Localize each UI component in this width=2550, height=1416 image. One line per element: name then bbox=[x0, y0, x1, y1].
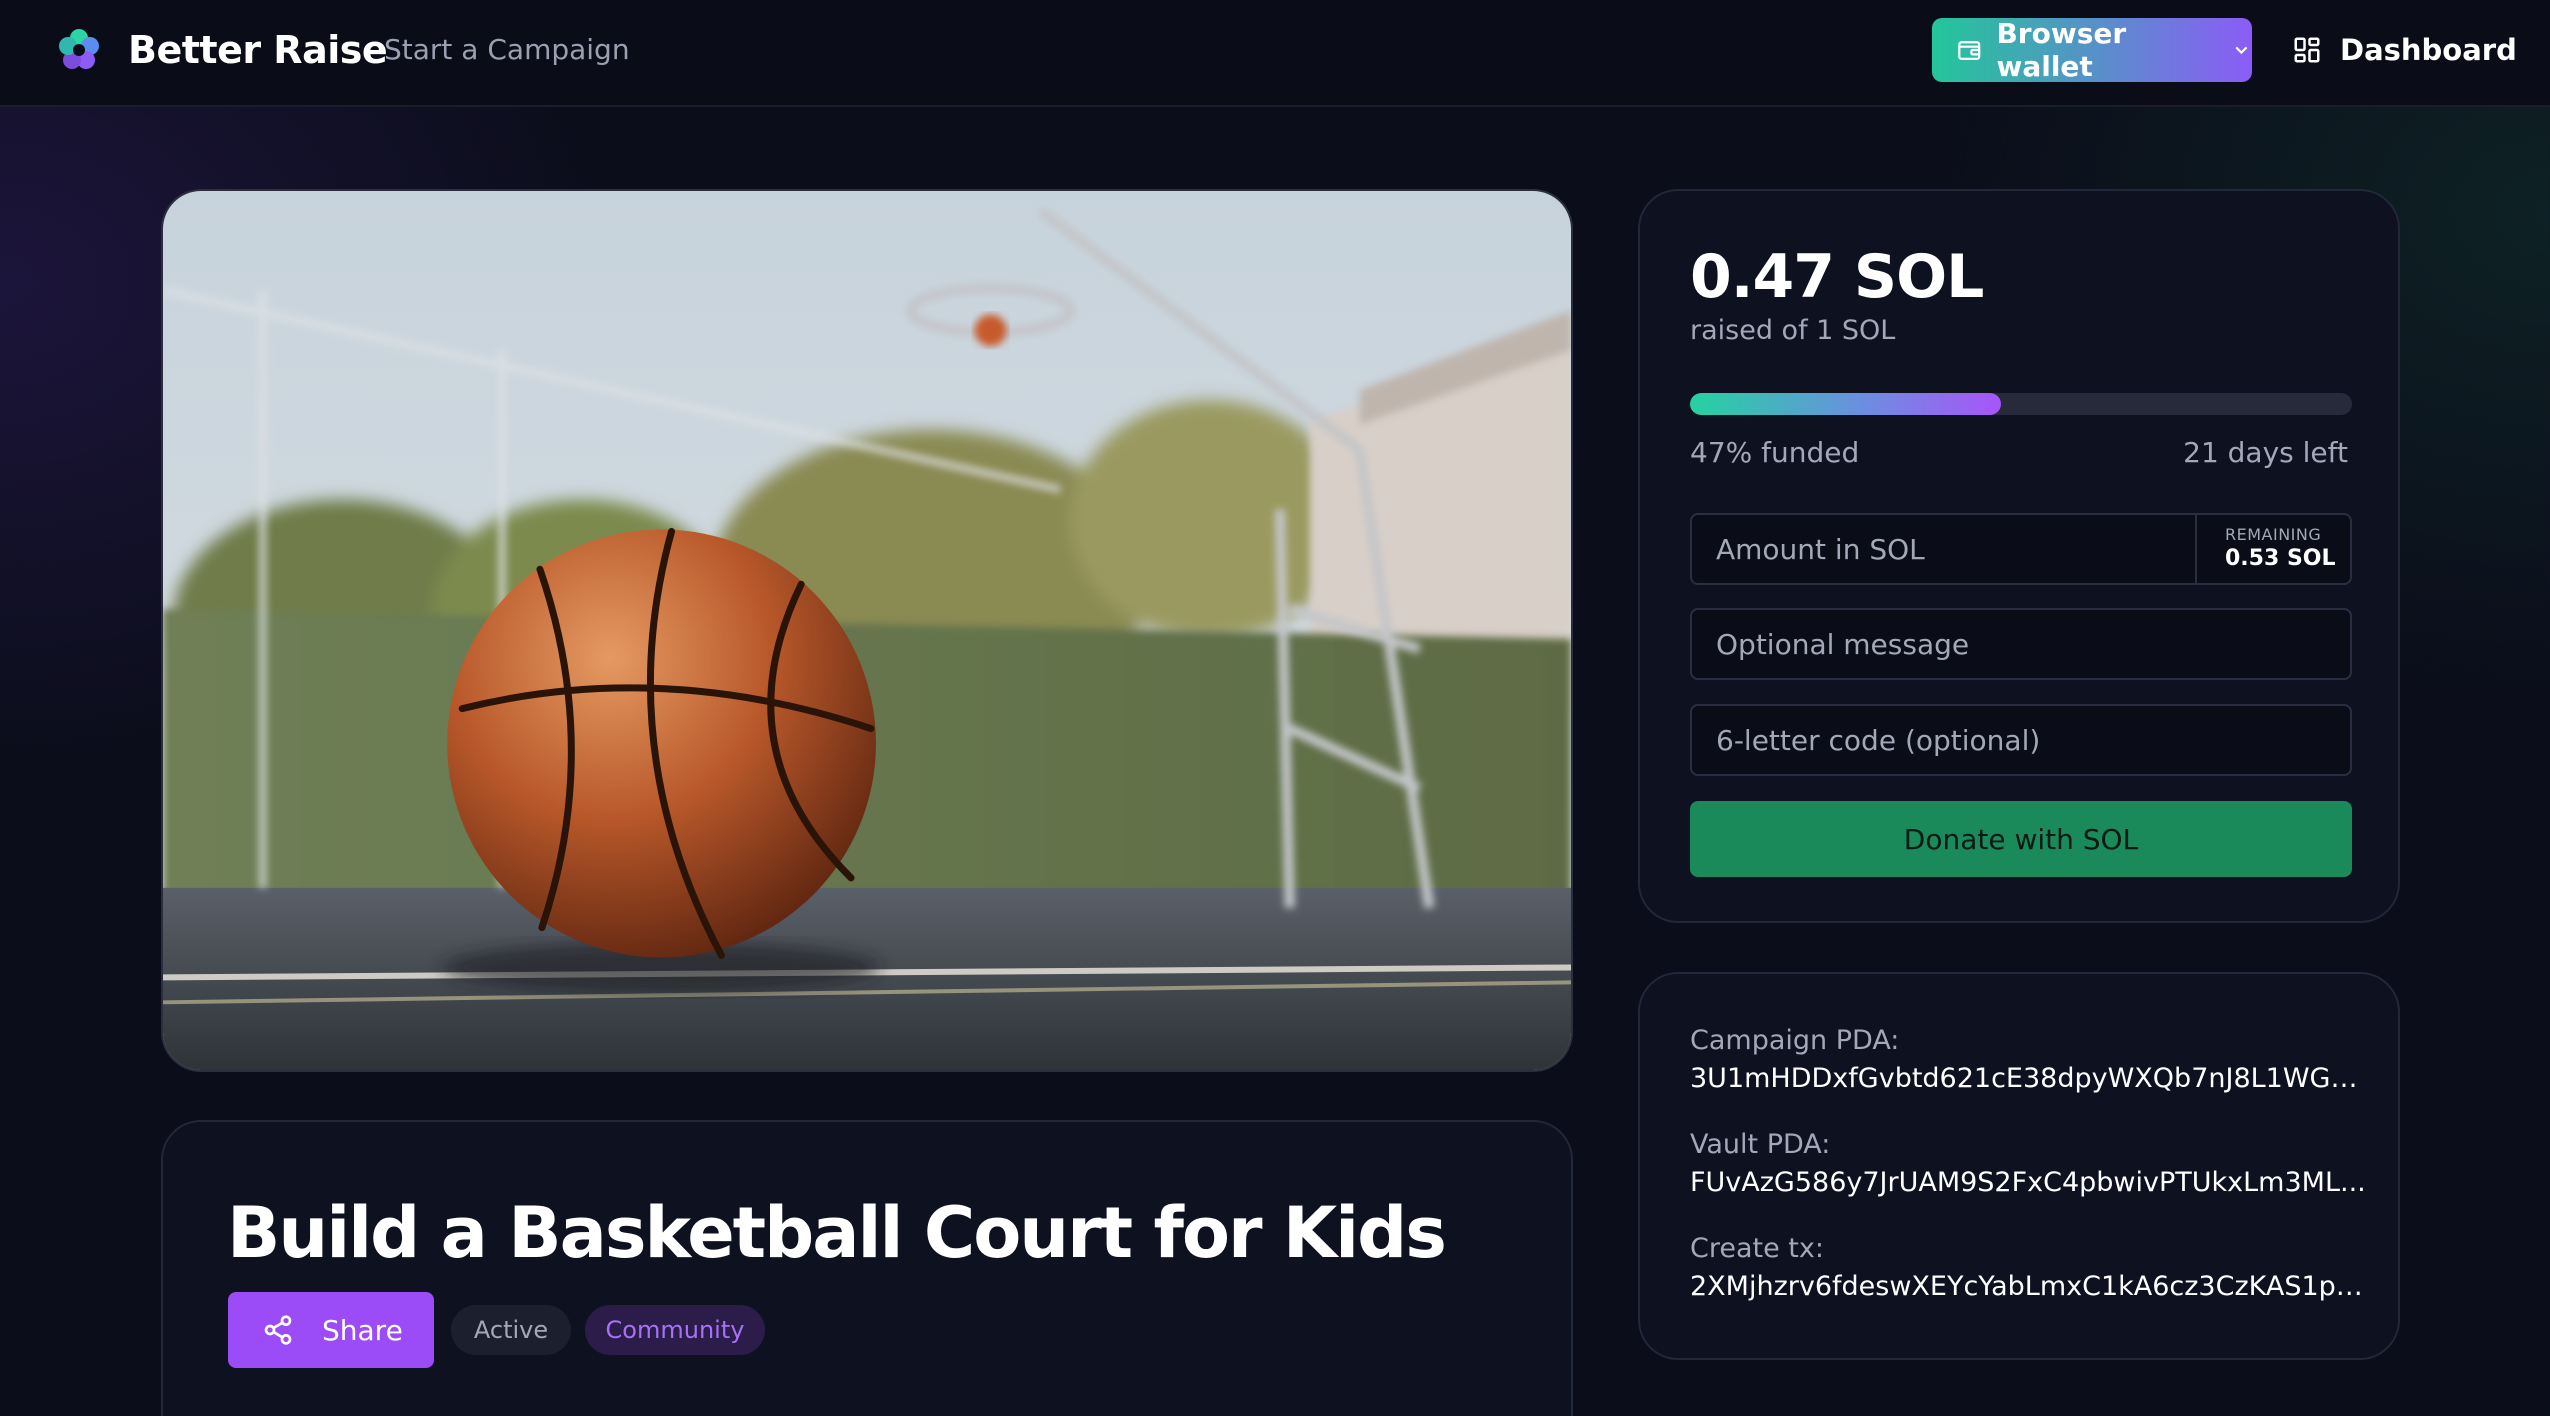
raised-goal: raised of 1 SOL bbox=[1690, 315, 1896, 346]
create-tx-label: Create tx: bbox=[1690, 1233, 1824, 1264]
share-label: Share bbox=[322, 1313, 403, 1347]
grid-icon bbox=[2294, 37, 2320, 63]
amount-input[interactable] bbox=[1692, 515, 2197, 583]
start-campaign-link[interactable]: Start a Campaign bbox=[384, 30, 630, 70]
vault-pda: Vault PDA: FUvAzG586y7JrUAM9S2FxC4pbwivP… bbox=[1690, 1126, 2370, 1202]
browser-wallet-button[interactable]: Browser wallet bbox=[1932, 17, 2252, 83]
donation-card: 0.47 SOL raised of 1 SOL 47% funded 21 d… bbox=[1638, 189, 2400, 923]
create-tx-value[interactable]: 2XMjhzrv6fdeswXEYcYabLmxC1kA6cz3CzKAS1pW… bbox=[1690, 1268, 2370, 1306]
status-badge: Active bbox=[451, 1305, 571, 1355]
code-input[interactable] bbox=[1692, 706, 2350, 774]
onchain-info-card: Campaign PDA: 3U1mHDDxfGvbtd621cE38dpyWX… bbox=[1638, 972, 2400, 1360]
campaign-details-card: Build a Basketball Court for Kids Share … bbox=[161, 1120, 1573, 1416]
remaining-label: REMAINING bbox=[2225, 525, 2322, 544]
share-icon bbox=[264, 1315, 292, 1345]
chevron-down-icon bbox=[2235, 46, 2248, 55]
share-button[interactable]: Share bbox=[228, 1292, 434, 1368]
days-left: 21 days left bbox=[2183, 436, 2348, 469]
raised-amount: 0.47 SOL bbox=[1690, 242, 1984, 312]
code-field bbox=[1690, 704, 2352, 776]
vault-pda-label: Vault PDA: bbox=[1690, 1129, 1831, 1160]
vault-pda-value[interactable]: FUvAzG586y7JrUAM9S2FxC4pbwivPTUkxLm3ML..… bbox=[1690, 1164, 2370, 1202]
donate-button[interactable]: Donate with SOL bbox=[1690, 801, 2352, 877]
funding-progress-fill bbox=[1690, 393, 2002, 415]
campaign-pda: Campaign PDA: 3U1mHDDxfGvbtd621cE38dpyWX… bbox=[1690, 1022, 2370, 1098]
top-nav-bar: Better Raise Start a Campaign Browser wa… bbox=[0, 0, 2550, 107]
amount-field: REMAINING 0.53 SOL bbox=[1690, 513, 2352, 585]
dashboard-link[interactable]: Dashboard bbox=[2292, 26, 2517, 74]
funded-percent: 47% funded bbox=[1690, 436, 1860, 469]
logo-icon[interactable] bbox=[55, 26, 103, 74]
message-field bbox=[1690, 608, 2352, 680]
browser-wallet-label: Browser wallet bbox=[1996, 17, 2127, 83]
message-input[interactable] bbox=[1692, 610, 2350, 678]
wallet-icon bbox=[1958, 41, 1981, 60]
campaign-pda-label: Campaign PDA: bbox=[1690, 1025, 1900, 1056]
campaign-description bbox=[227, 1394, 1517, 1416]
remaining-indicator: REMAINING 0.53 SOL bbox=[2195, 515, 2350, 583]
create-tx: Create tx: 2XMjhzrv6fdeswXEYcYabLmxC1kA6… bbox=[1690, 1230, 2370, 1306]
campaign-title: Build a Basketball Court for Kids bbox=[227, 1192, 1447, 1274]
campaign-hero-image bbox=[161, 189, 1573, 1072]
funding-progress-bar bbox=[1690, 393, 2352, 415]
campaign-pda-value[interactable]: 3U1mHDDxfGvbtd621cE38dpyWXQb7nJ8L1WG1o..… bbox=[1690, 1060, 2370, 1098]
brand-name[interactable]: Better Raise bbox=[128, 22, 388, 78]
basketball-photo bbox=[163, 191, 1571, 1070]
remaining-value: 0.53 SOL bbox=[2225, 546, 2336, 571]
category-badge: Community bbox=[585, 1305, 765, 1355]
dashboard-label: Dashboard bbox=[2340, 33, 2517, 67]
